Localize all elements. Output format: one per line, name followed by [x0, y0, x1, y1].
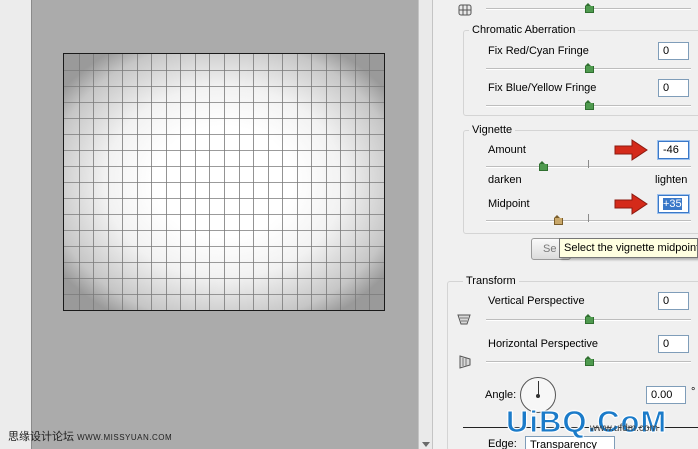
vertical-perspective-label: Vertical Perspective — [488, 295, 585, 307]
scroll-down-arrow-icon[interactable] — [422, 442, 430, 447]
chromatic-aberration-title: Chromatic Aberration — [469, 24, 579, 36]
horizontal-perspective-slider-thumb[interactable] — [585, 356, 594, 366]
blue-yellow-slider-thumb[interactable] — [585, 100, 594, 110]
darken-label: darken — [488, 174, 522, 186]
horizontal-perspective-input[interactable]: 0 — [658, 335, 689, 353]
watermark-logo: UiBQ.CoM — [505, 404, 668, 440]
angle-center-dot-icon — [536, 394, 540, 398]
midpoint-tooltip: Select the vignette midpoint — [559, 238, 698, 258]
left-toolbar-strip — [0, 0, 32, 449]
preview-grid-image — [63, 53, 385, 311]
lighten-label: lighten — [655, 174, 688, 186]
amount-slider-thumb[interactable] — [539, 161, 548, 171]
amount-input[interactable]: -46 — [658, 141, 689, 159]
watermark-left: 思缘设计论坛 WWW.MISSYUAN.COM — [8, 428, 172, 444]
grid-adjust-icon — [458, 3, 472, 17]
watermark-right-url: www.ufdm.com — [590, 423, 658, 434]
amount-label: Amount — [488, 144, 526, 156]
preview-scrollbar[interactable] — [418, 0, 433, 449]
red-cyan-label: Fix Red/Cyan Fringe — [488, 45, 589, 57]
grid-lines — [64, 54, 384, 310]
vertical-perspective-slider-thumb[interactable] — [585, 314, 594, 324]
red-cyan-input[interactable]: 0 — [658, 42, 689, 60]
watermark-cn-text: 思缘设计论坛 — [8, 431, 74, 443]
transform-title: Transform — [463, 275, 519, 287]
angle-input[interactable]: 0.00 — [646, 386, 686, 404]
midpoint-slider-thumb[interactable] — [554, 215, 563, 225]
midpoint-input[interactable]: +35 — [658, 195, 689, 213]
angle-label: Angle: — [485, 389, 517, 401]
horizontal-perspective-label: Horizontal Perspective — [488, 338, 599, 350]
horizontal-perspective-icon — [458, 355, 472, 369]
red-cyan-slider-thumb[interactable] — [585, 63, 594, 73]
vignette-title: Vignette — [469, 124, 516, 136]
midpoint-center-tick — [588, 214, 589, 222]
blue-yellow-input[interactable]: 0 — [658, 79, 689, 97]
top-slider-thumb[interactable] — [585, 3, 594, 13]
blue-yellow-label: Fix Blue/Yellow Fringe — [488, 82, 597, 94]
lens-correction-panel: Chromatic Aberration Fix Red/Cyan Fringe… — [433, 0, 698, 449]
vertical-perspective-icon — [457, 312, 471, 326]
midpoint-label: Midpoint — [488, 198, 530, 210]
angle-unit: ° — [691, 386, 696, 398]
amount-center-tick — [588, 160, 589, 168]
watermark-url-text: WWW.MISSYUAN.COM — [77, 433, 173, 442]
red-arrow-midpoint-icon — [614, 193, 648, 215]
red-arrow-amount-icon — [614, 139, 648, 161]
midpoint-value: +35 — [663, 198, 682, 210]
preview-canvas[interactable] — [32, 0, 418, 449]
vertical-perspective-input[interactable]: 0 — [658, 292, 689, 310]
